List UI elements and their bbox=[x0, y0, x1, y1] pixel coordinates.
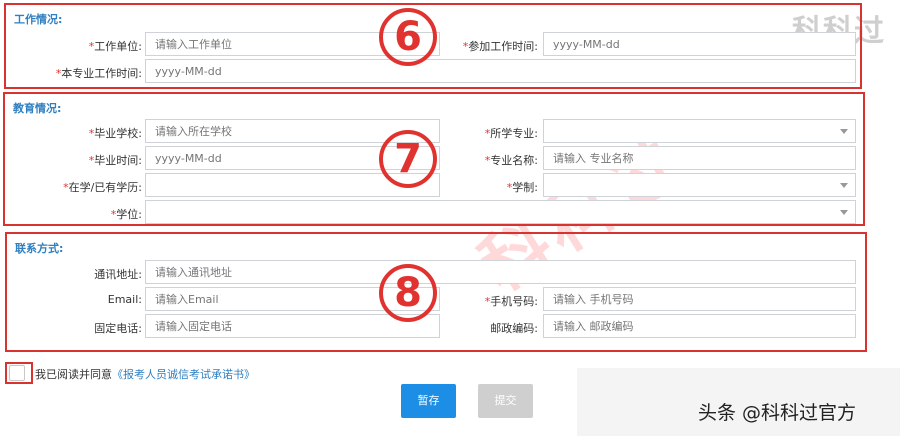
major-work-time-input[interactable] bbox=[145, 59, 856, 83]
degree-level-label: *在学/已有学历: bbox=[63, 181, 142, 194]
major-work-time-label: *本专业工作时间: bbox=[55, 67, 142, 80]
badge-6: 6 bbox=[379, 8, 437, 66]
study-system-label: *学制: bbox=[506, 181, 538, 194]
chevron-down-icon bbox=[840, 210, 848, 215]
address-label: 通讯地址: bbox=[94, 268, 142, 281]
major-select[interactable] bbox=[543, 119, 856, 143]
education-section-title: 教育情况: bbox=[13, 102, 62, 115]
academic-degree-label: *学位: bbox=[110, 208, 142, 221]
postcode-label: 邮政编码: bbox=[490, 322, 538, 335]
major-label: *所学专业: bbox=[484, 127, 538, 140]
work-section-title: 工作情况: bbox=[14, 13, 63, 26]
phone-label: 固定电话: bbox=[94, 322, 142, 335]
badge-8: 8 bbox=[379, 264, 437, 322]
chevron-down-icon bbox=[840, 183, 848, 188]
academic-degree-select[interactable] bbox=[145, 200, 856, 224]
start-work-time-input[interactable] bbox=[543, 32, 856, 56]
save-draft-button[interactable]: 暂存 bbox=[401, 384, 456, 418]
major-name-input[interactable] bbox=[543, 146, 856, 170]
study-system-select[interactable] bbox=[543, 173, 856, 197]
start-work-time-label: *参加工作时间: bbox=[462, 40, 538, 53]
postcode-input[interactable] bbox=[543, 314, 856, 338]
badge-7: 7 bbox=[379, 130, 437, 188]
chevron-down-icon bbox=[840, 129, 848, 134]
graduation-time-label: *毕业时间: bbox=[88, 154, 142, 167]
address-input[interactable] bbox=[145, 260, 856, 284]
work-unit-label: *工作单位: bbox=[88, 40, 142, 53]
footer-watermark-text: 头条 @科科过官方 bbox=[698, 402, 857, 424]
agreement-text: 我已阅读并同意《报考人员诚信考试承诺书》 bbox=[35, 368, 255, 381]
agreement-checkbox[interactable] bbox=[9, 365, 25, 381]
mobile-input[interactable] bbox=[543, 287, 856, 311]
mobile-label: *手机号码: bbox=[484, 295, 538, 308]
email-label: Email: bbox=[107, 293, 142, 306]
school-label: *毕业学校: bbox=[88, 127, 142, 140]
major-name-label: *专业名称: bbox=[484, 154, 538, 167]
agreement-link[interactable]: 《报考人员诚信考试承诺书》 bbox=[112, 368, 255, 381]
submit-button[interactable]: 提交 bbox=[478, 384, 533, 418]
contact-section-title: 联系方式: bbox=[15, 242, 64, 255]
